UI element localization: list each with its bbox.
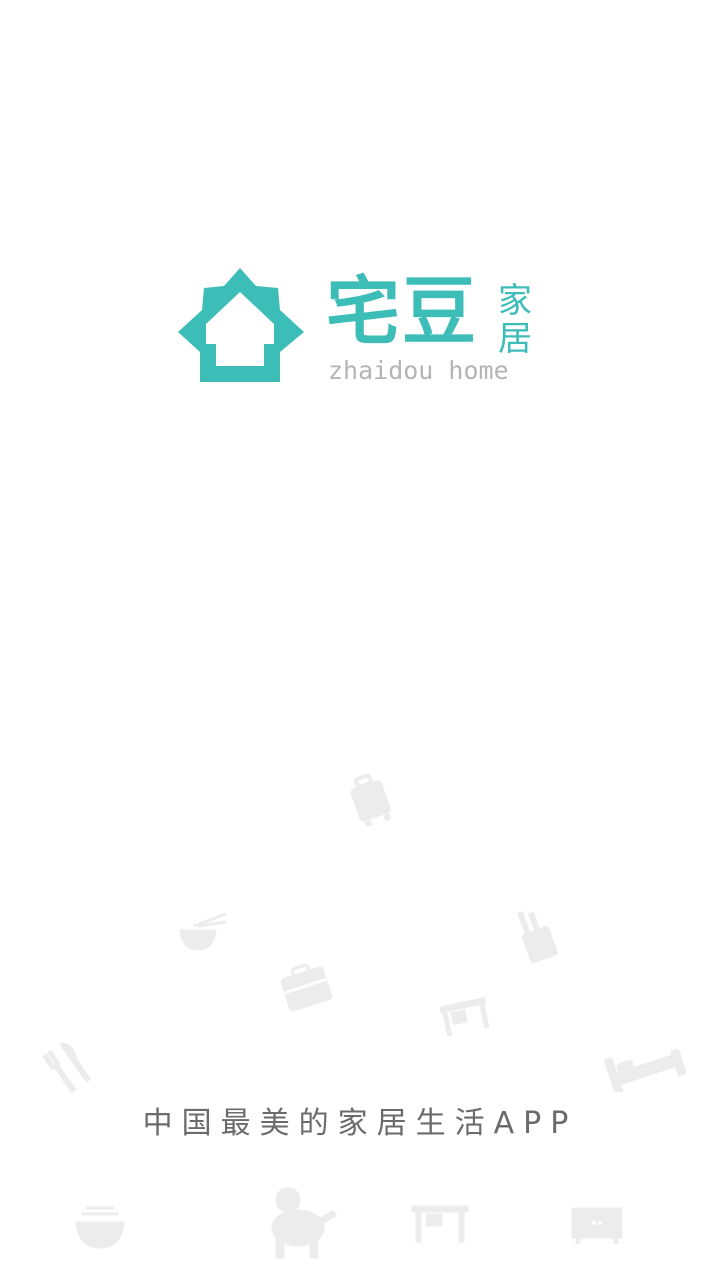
- app-slogan: 中国最美的家居生活APP: [142, 1106, 578, 1141]
- fork-knife-icon: [42, 1042, 92, 1094]
- logo-english-name: zhaidou home: [328, 356, 509, 385]
- house-logo-icon: [178, 268, 304, 382]
- logo-brand-name: 宅豆: [326, 269, 478, 355]
- kitchen-utensils-icon: [517, 910, 558, 964]
- noodle-bowl-icon: [179, 912, 227, 951]
- bed-icon: [604, 1048, 686, 1092]
- luggage-icon: [280, 963, 332, 1012]
- table-icon: [411, 1205, 469, 1243]
- logo-side-text-bottom: 居: [498, 319, 532, 359]
- bowl-icon: [75, 1206, 125, 1249]
- logo-side-text-top: 家: [498, 281, 532, 321]
- suitcase-icon: [350, 773, 391, 826]
- splash-screen: 宅豆 家 居 zhaidou home 中国最美的家居生活APP: [0, 0, 720, 1280]
- logo-side-text: 家 居: [498, 282, 538, 358]
- dog-icon: [271, 1187, 338, 1259]
- cabinet-icon: [571, 1207, 623, 1244]
- desk-icon: [440, 996, 490, 1036]
